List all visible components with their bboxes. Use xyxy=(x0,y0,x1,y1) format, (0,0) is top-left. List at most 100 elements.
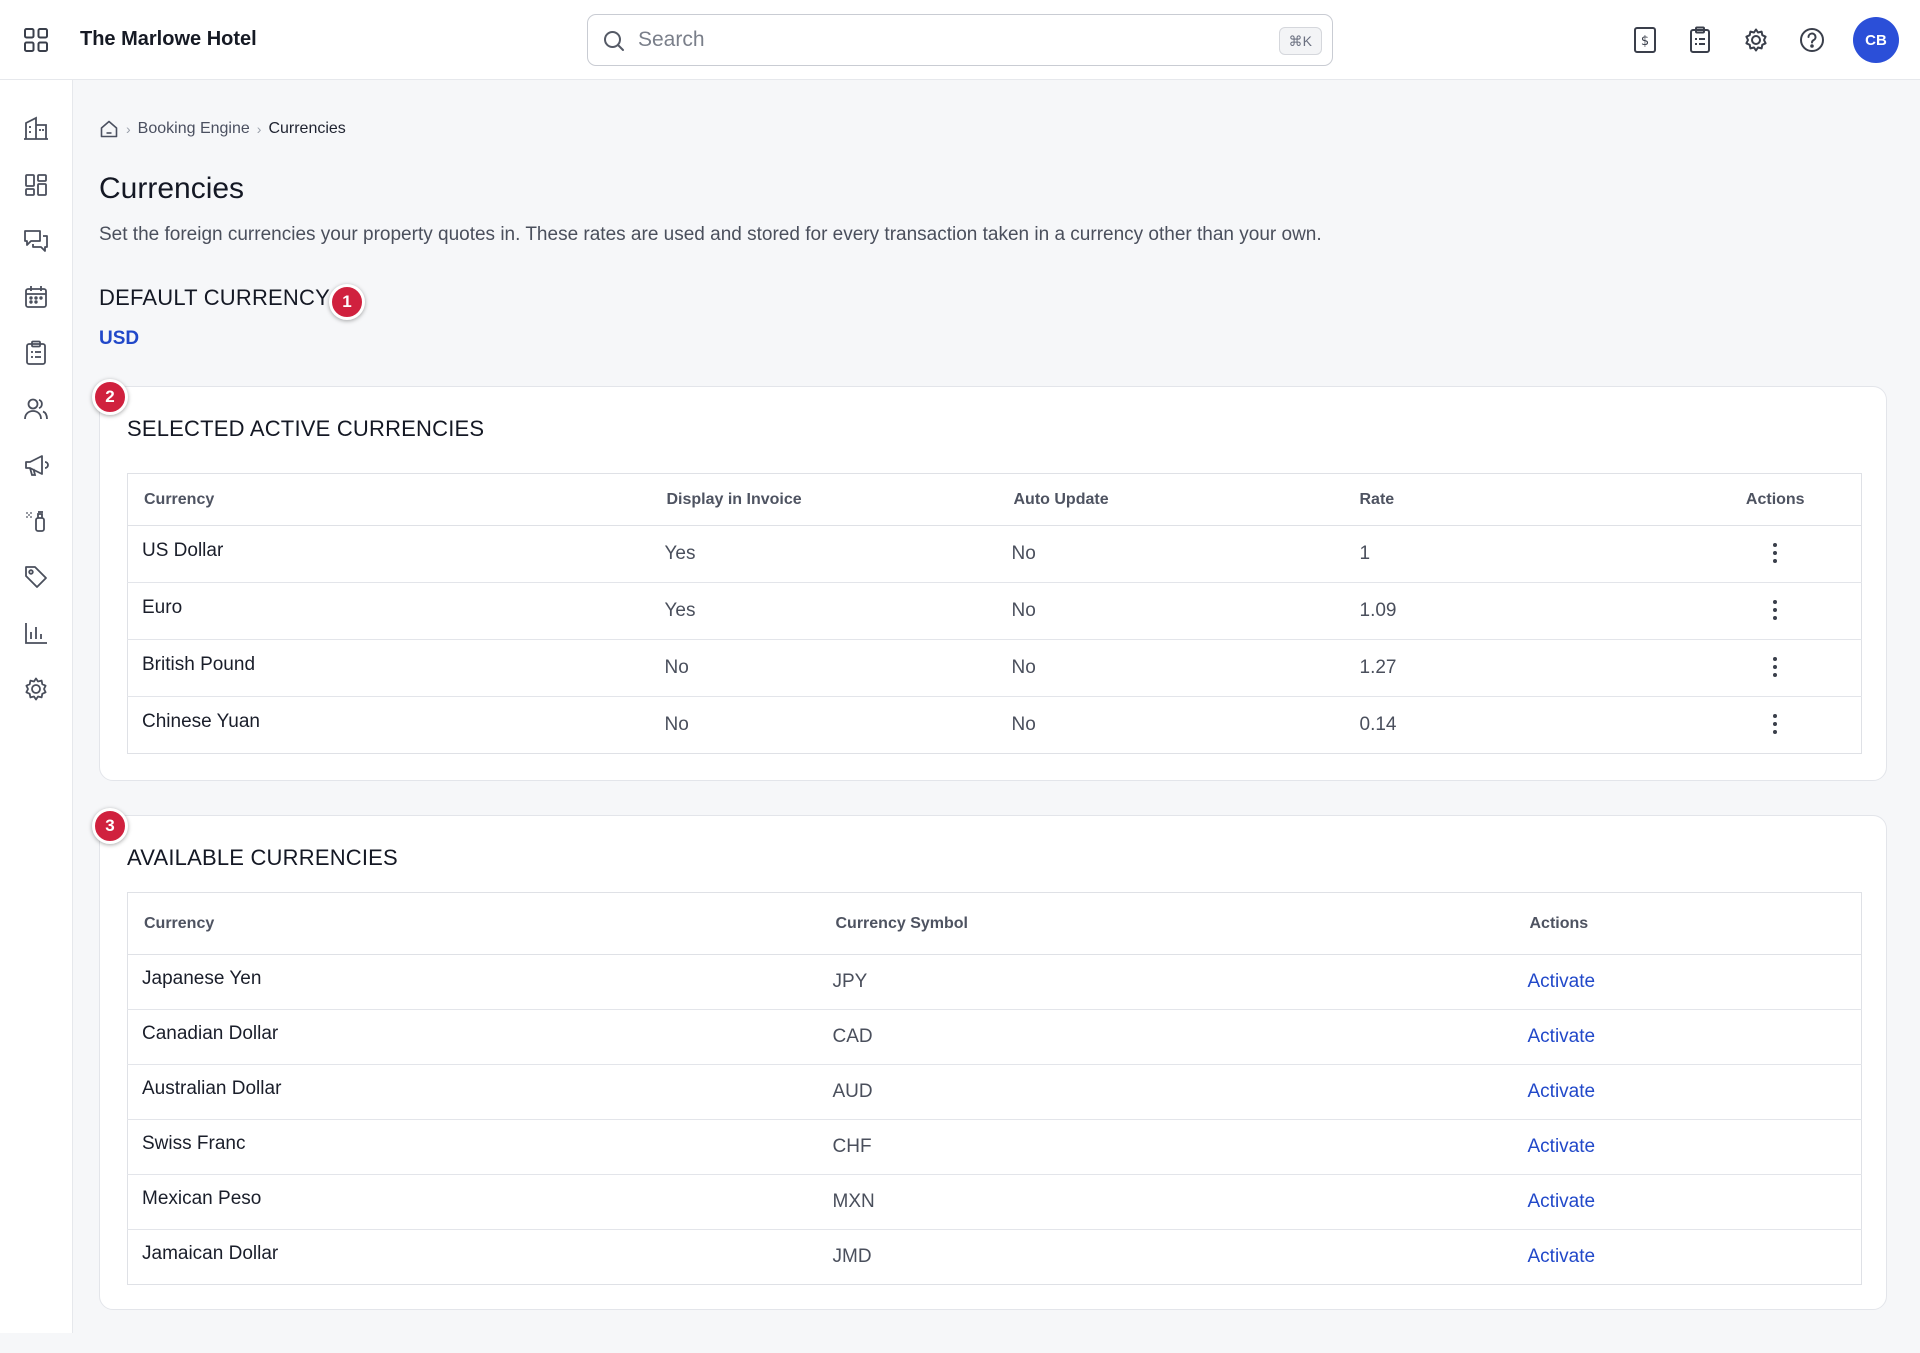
activate-link[interactable]: Activate xyxy=(1528,1136,1596,1157)
hotel-name: The Marlowe Hotel xyxy=(80,28,257,50)
column-header: Currency xyxy=(127,473,647,526)
more-actions-icon[interactable] xyxy=(1763,709,1787,739)
currency-name: British Pound xyxy=(142,654,256,675)
activate-link[interactable]: Activate xyxy=(1528,1026,1596,1047)
search-input[interactable] xyxy=(638,25,1238,55)
currency-name: Euro xyxy=(142,597,183,618)
page-title: Currencies xyxy=(99,172,245,205)
table-row: Mexican Peso MXN Activate xyxy=(127,1174,1862,1230)
rate-value: 1.09 xyxy=(1339,582,1690,640)
currency-symbol: MXN xyxy=(819,1174,1512,1230)
available-currencies-table: Currency Currency Symbol Actions Japanes… xyxy=(127,892,1862,1285)
billing-icon[interactable]: $ xyxy=(1627,22,1663,58)
apps-grid-icon[interactable] xyxy=(22,26,50,54)
selected-currencies-table: Currency Display in Invoice Auto Update … xyxy=(127,473,1862,754)
currency-name: Jamaican Dollar xyxy=(142,1243,279,1264)
currency-name: US Dollar xyxy=(142,540,224,561)
clipboard-icon[interactable] xyxy=(20,337,52,369)
table-row: British Pound No No 1.27 xyxy=(127,639,1862,697)
dashboard-icon[interactable] xyxy=(20,169,52,201)
currency-symbol: CHF xyxy=(819,1119,1512,1175)
table-row: Australian Dollar AUD Activate xyxy=(127,1064,1862,1120)
search-shortcut-badge: ⌘K xyxy=(1278,27,1322,55)
sidebar xyxy=(0,80,73,1333)
more-actions-icon[interactable] xyxy=(1763,652,1787,682)
housekeeping-icon[interactable] xyxy=(20,505,52,537)
tag-icon[interactable] xyxy=(20,561,52,593)
rate-value: 0.14 xyxy=(1359,714,1397,735)
more-actions-icon[interactable] xyxy=(1763,538,1787,568)
page-description: Set the foreign currencies your property… xyxy=(99,224,1322,245)
auto-update: No xyxy=(993,525,1340,583)
default-currency-value[interactable]: USD xyxy=(99,328,139,350)
currency-name: Chinese Yuan xyxy=(142,711,260,732)
table-row: Jamaican Dollar JMD Activate xyxy=(128,1230,1862,1285)
currency-name: Swiss Franc xyxy=(142,1133,246,1154)
calendar-icon[interactable] xyxy=(20,281,52,313)
megaphone-icon[interactable] xyxy=(20,449,52,481)
breadcrumb-separator: › xyxy=(256,121,262,137)
activate-link[interactable]: Activate xyxy=(1528,1246,1596,1267)
settings-icon[interactable] xyxy=(20,673,52,705)
column-header: Currency xyxy=(127,892,820,955)
auto-update: No xyxy=(993,582,1340,640)
column-header: Actions xyxy=(1689,473,1862,526)
breadcrumb: › Booking Engine › Currencies xyxy=(99,118,346,140)
table-header-row: Currency Display in Invoice Auto Update … xyxy=(127,473,1862,526)
selected-currencies-card: SELECTED ACTIVE CURRENCIES Currency Disp… xyxy=(99,386,1887,781)
help-icon[interactable] xyxy=(1794,22,1830,58)
column-header: Rate xyxy=(1339,473,1690,526)
reports-icon[interactable] xyxy=(20,617,52,649)
available-currencies-title: AVAILABLE CURRENCIES xyxy=(127,845,398,870)
clipboard-icon[interactable] xyxy=(1682,22,1718,58)
avatar[interactable]: CB xyxy=(1853,17,1899,63)
currency-name: Australian Dollar xyxy=(142,1078,282,1099)
step-marker-1: 1 xyxy=(329,284,365,320)
building-icon[interactable] xyxy=(20,112,52,144)
column-header: Auto Update xyxy=(993,473,1340,526)
display-in-invoice: No xyxy=(664,714,689,735)
currency-symbol: CAD xyxy=(819,1009,1512,1065)
auto-update: No xyxy=(1011,714,1036,735)
column-header: Display in Invoice xyxy=(646,473,994,526)
table-header-row: Currency Currency Symbol Actions xyxy=(127,892,1862,955)
currency-name: Japanese Yen xyxy=(142,968,262,989)
breadcrumb-separator: › xyxy=(126,121,131,137)
svg-text:$: $ xyxy=(1641,34,1649,49)
rate-value: 1 xyxy=(1339,525,1690,583)
breadcrumb-currencies: Currencies xyxy=(268,120,346,137)
table-row: US Dollar Yes No 1 xyxy=(127,525,1862,583)
rate-value: 1.27 xyxy=(1339,639,1690,697)
step-marker-2: 2 xyxy=(92,379,128,415)
available-currencies-card: AVAILABLE CURRENCIES Currency Currency S… xyxy=(99,815,1887,1310)
activate-link[interactable]: Activate xyxy=(1528,1191,1596,1212)
gear-icon[interactable] xyxy=(1738,22,1774,58)
activate-link[interactable]: Activate xyxy=(1528,1081,1596,1102)
currency-name: Mexican Peso xyxy=(142,1188,262,1209)
guests-icon[interactable] xyxy=(20,393,52,425)
display-in-invoice: Yes xyxy=(646,525,994,583)
search-icon xyxy=(604,31,624,51)
currency-symbol: AUD xyxy=(819,1064,1512,1120)
breadcrumb-booking-engine[interactable]: Booking Engine xyxy=(138,120,250,138)
table-row: Euro Yes No 1.09 xyxy=(127,582,1862,640)
activate-link[interactable]: Activate xyxy=(1528,971,1596,992)
table-row: Swiss Franc CHF Activate xyxy=(127,1119,1862,1175)
table-row: Canadian Dollar CAD Activate xyxy=(127,1009,1862,1065)
top-bar: The Marlowe Hotel ⌘K $ CB xyxy=(0,0,1920,80)
column-header: Currency Symbol xyxy=(819,892,1512,955)
currency-symbol: JPY xyxy=(819,954,1512,1010)
currency-name: Canadian Dollar xyxy=(142,1023,279,1044)
selected-currencies-title: SELECTED ACTIVE CURRENCIES xyxy=(127,416,485,441)
step-marker-3: 3 xyxy=(92,808,128,844)
display-in-invoice: Yes xyxy=(646,582,994,640)
auto-update: No xyxy=(993,639,1340,697)
column-header: Actions xyxy=(1511,892,1862,955)
more-actions-icon[interactable] xyxy=(1763,595,1787,625)
table-row: Japanese Yen JPY Activate xyxy=(127,954,1862,1010)
default-currency-heading: DEFAULT CURRENCY xyxy=(99,285,330,310)
table-row: Chinese Yuan No No 0.14 xyxy=(128,697,1862,754)
home-icon[interactable] xyxy=(99,119,119,139)
messages-icon[interactable] xyxy=(20,225,52,257)
search-bar[interactable]: ⌘K xyxy=(587,14,1333,66)
